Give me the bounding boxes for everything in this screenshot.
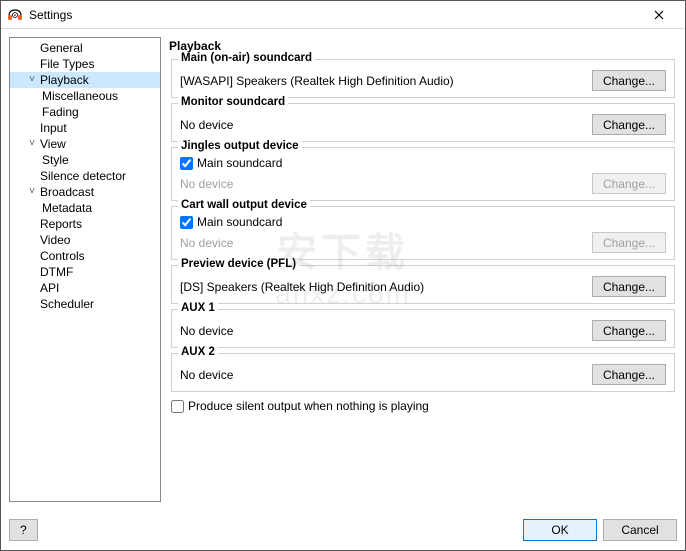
group-legend: AUX 2 <box>178 346 218 358</box>
sidebar-item-label: Metadata <box>40 200 92 216</box>
cartwall-output-value: No device <box>180 236 584 250</box>
sidebar-item-reports[interactable]: Reports <box>10 216 160 232</box>
group-preview-device: Preview device (PFL) [DS] Speakers (Real… <box>171 265 675 304</box>
main-soundcard-value: [WASAPI] Speakers (Realtek High Definiti… <box>180 74 584 88</box>
sidebar-item-dtmf[interactable]: DTMF <box>10 264 160 280</box>
group-legend: Jingles output device <box>178 140 302 152</box>
group-jingles-output: Jingles output device Main soundcard No … <box>171 147 675 201</box>
sidebar-item-label: Reports <box>38 216 82 232</box>
change-monitor-button[interactable]: Change... <box>592 114 666 135</box>
sidebar-item-fading[interactable]: Fading <box>10 104 160 120</box>
sidebar-item-scheduler[interactable]: Scheduler <box>10 296 160 312</box>
preview-device-value: [DS] Speakers (Realtek High Definition A… <box>180 280 584 294</box>
sidebar-item-label: View <box>38 136 66 152</box>
jingles-main-checkbox-input[interactable] <box>180 157 193 170</box>
close-icon <box>654 10 664 20</box>
sidebar-item-label: API <box>38 280 59 296</box>
sidebar-item-label: Input <box>38 120 67 136</box>
group-main-soundcard: Main (on-air) soundcard [WASAPI] Speaker… <box>171 59 675 98</box>
group-cartwall-output: Cart wall output device Main soundcard N… <box>171 206 675 260</box>
chevron-down-icon: ˅ <box>26 72 38 88</box>
sidebar-tree[interactable]: GeneralFile Types˅PlaybackMiscellaneousF… <box>9 37 161 502</box>
sidebar-item-silence-detector[interactable]: Silence detector <box>10 168 160 184</box>
ok-button[interactable]: OK <box>523 519 597 541</box>
sidebar-item-view[interactable]: ˅View <box>10 136 160 152</box>
group-aux1: AUX 1 No device Change... <box>171 309 675 348</box>
monitor-soundcard-value: No device <box>180 118 584 132</box>
cancel-button[interactable]: Cancel <box>603 519 677 541</box>
sidebar-item-label: Style <box>40 152 69 168</box>
titlebar: Settings <box>1 1 685 29</box>
silent-output-checkbox-label: Produce silent output when nothing is pl… <box>188 399 429 413</box>
sidebar-item-metadata[interactable]: Metadata <box>10 200 160 216</box>
group-legend: AUX 1 <box>178 302 218 314</box>
sidebar-item-playback[interactable]: ˅Playback <box>10 72 160 88</box>
chevron-down-icon: ˅ <box>26 184 38 200</box>
change-jingles-button: Change... <box>592 173 666 194</box>
change-aux2-button[interactable]: Change... <box>592 364 666 385</box>
aux2-value: No device <box>180 368 584 382</box>
app-icon <box>7 7 23 23</box>
settings-panel: Playback Main (on-air) soundcard [WASAPI… <box>169 37 677 502</box>
change-aux1-button[interactable]: Change... <box>592 320 666 341</box>
chevron-down-icon: ˅ <box>26 136 38 152</box>
silent-output-checkbox[interactable]: Produce silent output when nothing is pl… <box>171 399 675 413</box>
sidebar-item-label: Controls <box>38 248 85 264</box>
sidebar-item-general[interactable]: General <box>10 40 160 56</box>
change-preview-button[interactable]: Change... <box>592 276 666 297</box>
sidebar-item-label: Playback <box>38 72 89 88</box>
group-monitor-soundcard: Monitor soundcard No device Change... <box>171 103 675 142</box>
sidebar-item-label: Scheduler <box>38 296 94 312</box>
content-area: GeneralFile Types˅PlaybackMiscellaneousF… <box>1 29 685 510</box>
sidebar-item-video[interactable]: Video <box>10 232 160 248</box>
sidebar-item-miscellaneous[interactable]: Miscellaneous <box>10 88 160 104</box>
cartwall-main-checkbox[interactable]: Main soundcard <box>180 215 666 229</box>
sidebar-item-broadcast[interactable]: ˅Broadcast <box>10 184 160 200</box>
window-title: Settings <box>29 8 72 22</box>
sidebar-item-label: Silence detector <box>38 168 126 184</box>
group-legend: Monitor soundcard <box>178 96 288 108</box>
sidebar-item-label: Miscellaneous <box>40 88 118 104</box>
sidebar-item-file-types[interactable]: File Types <box>10 56 160 72</box>
panel-heading: Playback <box>169 39 677 53</box>
silent-output-checkbox-input[interactable] <box>171 400 184 413</box>
sidebar-item-style[interactable]: Style <box>10 152 160 168</box>
jingles-main-checkbox[interactable]: Main soundcard <box>180 156 666 170</box>
sidebar-item-input[interactable]: Input <box>10 120 160 136</box>
footer: ? OK Cancel <box>1 510 685 550</box>
sidebar-item-label: Video <box>38 232 70 248</box>
cartwall-main-checkbox-label: Main soundcard <box>197 215 282 229</box>
jingles-main-checkbox-label: Main soundcard <box>197 156 282 170</box>
sidebar-item-label: Fading <box>40 104 79 120</box>
sidebar-item-label: File Types <box>38 56 94 72</box>
sidebar-item-label: DTMF <box>38 264 73 280</box>
group-legend: Cart wall output device <box>178 199 310 211</box>
change-cartwall-button: Change... <box>592 232 666 253</box>
group-legend: Main (on-air) soundcard <box>178 52 315 64</box>
jingles-output-value: No device <box>180 177 584 191</box>
sidebar-item-api[interactable]: API <box>10 280 160 296</box>
aux1-value: No device <box>180 324 584 338</box>
group-legend: Preview device (PFL) <box>178 258 299 270</box>
group-aux2: AUX 2 No device Change... <box>171 353 675 392</box>
sidebar-item-label: Broadcast <box>38 184 94 200</box>
change-main-button[interactable]: Change... <box>592 70 666 91</box>
cartwall-main-checkbox-input[interactable] <box>180 216 193 229</box>
help-button[interactable]: ? <box>9 519 38 541</box>
sidebar-item-label: General <box>38 40 83 56</box>
sidebar-item-controls[interactable]: Controls <box>10 248 160 264</box>
close-button[interactable] <box>639 1 679 29</box>
